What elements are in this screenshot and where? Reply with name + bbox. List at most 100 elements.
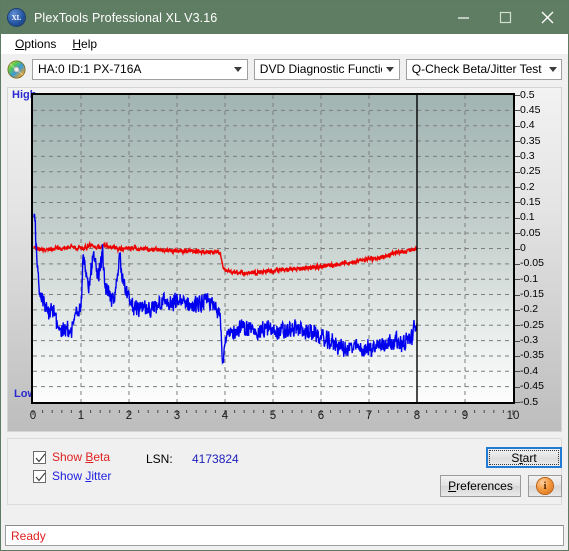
- beta-jitter-plot: [31, 93, 515, 404]
- minimize-icon[interactable]: [442, 1, 484, 34]
- y-tick-label: -0.35: [520, 349, 544, 362]
- checkmark-icon: [35, 472, 46, 481]
- y-tick-mark: [515, 248, 520, 250]
- show-jitter-checkbox[interactable]: [33, 469, 46, 483]
- y-tick-label: 0.4: [520, 119, 535, 132]
- y-tick-mark: [515, 156, 520, 158]
- menu-bar: Options Help: [1, 34, 568, 54]
- x-tick-label: 2: [125, 410, 133, 422]
- y-tick-mark: [515, 279, 520, 281]
- y-tick-label: 0: [520, 242, 526, 254]
- test-select-value: Q-Check Beta/Jitter Test: [411, 62, 542, 76]
- y-tick-mark: [515, 340, 520, 342]
- x-tick-label: 1: [77, 410, 85, 422]
- x-tick-label: 4: [221, 410, 229, 422]
- y-tick-mark: [515, 325, 520, 327]
- close-icon[interactable]: [526, 1, 568, 34]
- selector-toolbar: HA:0 ID:1 PX-716A DVD Diagnostic Functio…: [1, 54, 568, 84]
- y-tick-label: -0.45: [520, 380, 544, 393]
- y-tick-label: 0.2: [520, 180, 535, 193]
- y-tick-mark: [515, 171, 520, 173]
- x-tick-label: 8: [413, 410, 421, 422]
- y-tick-mark: [515, 386, 520, 388]
- y-tick-mark: [515, 309, 520, 311]
- drive-select[interactable]: HA:0 ID:1 PX-716A: [32, 58, 248, 80]
- xl-logo-icon: XL: [8, 9, 25, 26]
- y-tick-mark: [515, 371, 520, 373]
- function-select[interactable]: DVD Diagnostic Functions: [253, 58, 400, 80]
- y-tick-label: -0.25: [520, 318, 544, 331]
- preferences-button-label: Preferences: [448, 479, 513, 493]
- info-icon: i: [537, 478, 553, 494]
- y-tick-label: 0.1: [520, 211, 535, 224]
- start-button[interactable]: Start: [486, 447, 562, 468]
- status-text: Ready: [11, 528, 46, 543]
- x-tick-label: 9: [461, 410, 469, 422]
- status-bar: Ready: [5, 525, 564, 546]
- y-tick-label: -0.5: [520, 395, 539, 408]
- y-tick-label: -0.4: [520, 364, 539, 377]
- x-tick-label: 7: [365, 410, 373, 422]
- y-tick-label: -0.15: [520, 288, 544, 301]
- plot-canvas: [33, 95, 513, 402]
- show-jitter-row[interactable]: Show Jitter: [33, 469, 111, 483]
- y-tick-mark: [515, 141, 520, 143]
- y-tick-mark: [515, 95, 520, 96]
- y-tick-mark: [515, 217, 520, 219]
- window-title: PlexTools Professional XL V3.16: [34, 10, 218, 25]
- chevron-down-icon[interactable]: [382, 66, 399, 72]
- x-tick-label: 0: [29, 410, 37, 422]
- menu-item-help[interactable]: Help: [64, 35, 105, 53]
- plextools-window: XL PlexTools Professional XL V3.16 Optio…: [0, 0, 569, 551]
- lsn-label: LSN:: [146, 452, 173, 466]
- y-tick-mark: [515, 355, 520, 357]
- y-tick-label: 0.15: [520, 195, 541, 208]
- y-tick-mark: [515, 402, 520, 403]
- focus-ring: [489, 450, 559, 465]
- window-controls: [442, 1, 568, 34]
- checkmark-icon: [35, 453, 46, 462]
- y-tick-label: -0.3: [520, 334, 539, 347]
- show-beta-checkbox[interactable]: [33, 450, 46, 464]
- y-tick-mark: [515, 187, 520, 189]
- drive-select-value: HA:0 ID:1 PX-716A: [38, 62, 142, 76]
- controls-panel: Show Beta Show Jitter LSN: 4173824 Start…: [7, 438, 562, 505]
- title-bar: XL PlexTools Professional XL V3.16: [1, 1, 568, 34]
- y-tick-mark: [515, 233, 520, 235]
- preferences-button[interactable]: Preferences: [440, 475, 521, 497]
- y-tick-label: 0.05: [520, 226, 541, 239]
- y-tick-label: 0.45: [520, 103, 541, 116]
- x-tick-label: 3: [173, 410, 181, 422]
- menu-item-options[interactable]: Options: [7, 35, 64, 53]
- show-jitter-label: Show Jitter: [52, 469, 112, 483]
- x-tick-label: 5: [269, 410, 277, 422]
- y-tick-mark: [515, 263, 520, 265]
- x-tick-label: 6: [317, 410, 325, 422]
- y-tick-label: -0.05: [520, 257, 544, 270]
- y-tick-mark: [515, 202, 520, 204]
- y-tick-mark: [515, 125, 520, 127]
- menu-item-help-label: elp: [81, 37, 98, 51]
- function-select-value: DVD Diagnostic Functions: [259, 62, 382, 76]
- lsn-value: 4173824: [192, 452, 239, 466]
- y-tick-label: -0.2: [520, 303, 539, 316]
- y-tick-label: 0.5: [520, 88, 535, 101]
- optical-disc-icon: [7, 59, 26, 79]
- chart-panel: High Low 0.5 0.45 0.4 0.35 0.3 0.25 0.2 0.15 0.1…: [7, 87, 562, 432]
- test-select[interactable]: Q-Check Beta/Jitter Test: [405, 58, 562, 80]
- menu-item-options-label: ptions: [24, 37, 57, 51]
- x-tick-label: 10: [506, 410, 520, 422]
- info-button[interactable]: i: [528, 475, 562, 497]
- y-tick-label: 0.35: [520, 134, 541, 147]
- x-axis-tickmarks: [31, 404, 515, 415]
- chevron-down-icon[interactable]: [230, 66, 247, 72]
- show-beta-row[interactable]: Show Beta: [33, 450, 110, 464]
- y-tick-mark: [515, 110, 520, 112]
- y-tick-label: 0.25: [520, 165, 541, 178]
- maximize-icon[interactable]: [484, 1, 526, 34]
- y-tick-label: 0.3: [520, 149, 535, 162]
- y-tick-mark: [515, 294, 520, 296]
- chevron-down-icon[interactable]: [544, 66, 561, 72]
- show-beta-label: Show Beta: [52, 450, 111, 464]
- y-tick-label: -0.1: [520, 272, 539, 285]
